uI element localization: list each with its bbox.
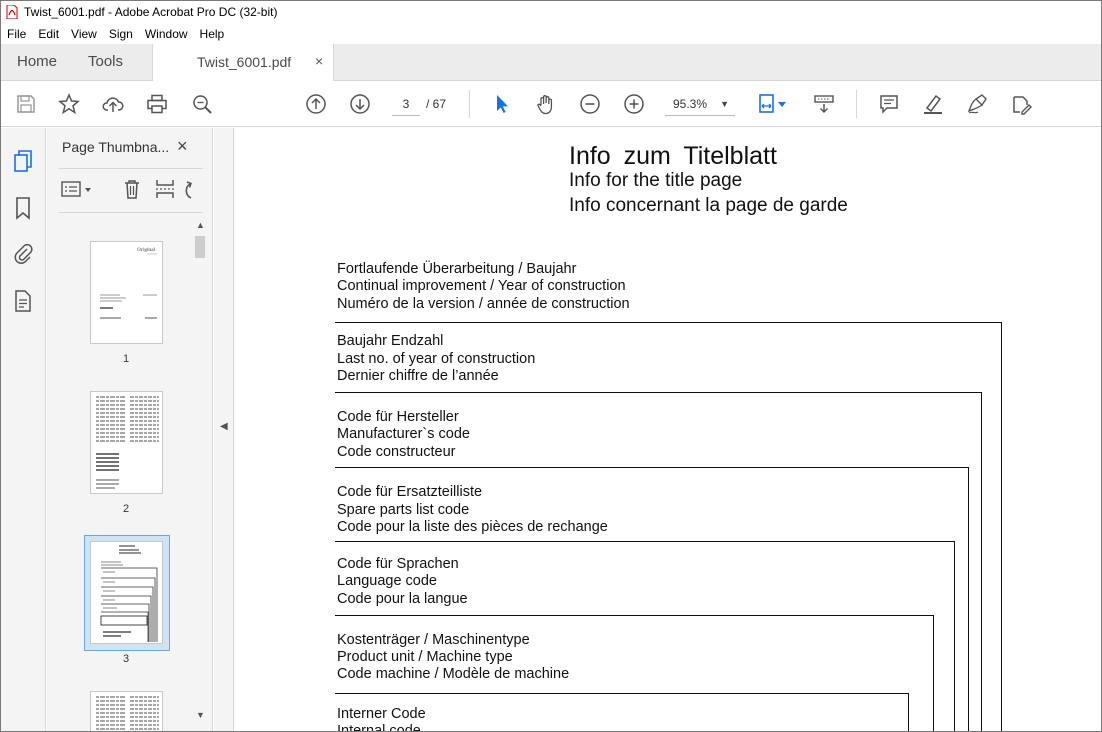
comment-icon[interactable] [877,92,901,116]
panel-divider [59,212,203,213]
page-number-input[interactable]: 3 [392,92,420,116]
previous-page-icon[interactable] [304,92,328,116]
section-line: Internal code [337,723,421,732]
collapse-panel-icon[interactable]: ◀ [220,421,228,432]
section-line: Last no. of year of construction [337,351,536,367]
scroll-up-icon[interactable]: ▲ [196,220,205,230]
document-view[interactable]: Info zum Titelblatt Info for the title p… [235,128,1101,732]
cloud-upload-icon[interactable] [101,92,125,116]
section-line: Kostenträger / Maschinentype [337,632,530,648]
thumbnail-preview-3 [100,545,158,642]
panel-collapse-gutter: ◀ [214,128,234,731]
thumbnail-preview-1: Original [100,248,157,319]
page-subtitle-fr: Info concernant la page de garde [569,195,848,216]
page-thumbnail-4[interactable] [90,691,163,731]
insert-pages-icon[interactable] [154,178,176,200]
section-line: Numéro de la version / année de construc… [337,296,630,312]
close-tab-icon[interactable]: × [315,53,323,69]
section-line: Fortlaufende Überarbeitung / Baujahr [337,261,577,277]
print-icon[interactable] [145,92,169,116]
menu-window[interactable]: Window [139,27,194,41]
tab-home[interactable]: Home [17,44,57,80]
page-thumbnails-icon[interactable] [12,149,34,173]
section-line: Interner Code [337,706,426,722]
title-bar: Twist_6001.pdf - Adobe Acrobat Pro DC (3… [1,1,1101,23]
page-fit-dropdown-icon[interactable] [776,92,788,116]
next-page-icon[interactable] [348,92,372,116]
sign-pen-icon[interactable] [965,92,989,116]
thumbnail-scrollbar[interactable]: ▲ ▼ [193,220,207,726]
section-line: Code für Ersatzteilliste [337,484,483,500]
menu-file[interactable]: File [1,27,32,41]
bookmark-star-icon[interactable] [57,92,81,116]
svg-text:Original: Original [137,248,156,253]
close-panel-icon[interactable]: × [177,136,188,157]
section-line: Spare parts list code [337,502,470,518]
thumbnail-preview-4 [96,696,159,730]
thumbnail-preview-2 [96,396,159,489]
delete-pages-icon[interactable] [121,178,143,200]
thumbnail-label-3: 3 [122,653,130,665]
chevron-down-icon: ▼ [720,99,729,109]
zoom-level-value: 95.3% [673,97,708,111]
section-line: Continual improvement / Year of construc… [337,278,626,294]
page-thumbnails-panel: Page Thumbna... × Original 1 2 3 ▲ ▼ [47,128,213,731]
tab-bar: Home Tools Twist_6001.pdf × [1,44,1101,81]
zoom-level-select[interactable]: 95.3% ▼ [665,92,735,116]
section-line: Manufacturer`s code [337,426,470,442]
thumbnail-options-icon[interactable] [60,178,94,200]
section-line: Code pour la langue [337,591,468,607]
section-line: Language code [337,573,437,589]
navigation-rail [1,128,46,731]
zoom-out-icon[interactable] [578,92,602,116]
document-tab-label: Twist_6001.pdf [197,54,292,70]
panel-title: Page Thumbna... [62,139,170,155]
attachments-icon[interactable] [12,241,34,265]
page-thumbnail-1[interactable]: Original [90,241,163,344]
search-zoom-icon[interactable] [190,92,214,116]
acrobat-pdf-icon [6,5,18,19]
zoom-in-icon[interactable] [622,92,646,116]
thumbnail-label-2: 2 [122,503,130,515]
section-line: Code machine / Modèle de machine [337,666,570,682]
page-count: / 67 [426,97,447,111]
scroll-mode-icon[interactable] [812,92,836,116]
toolbar-divider [469,90,470,118]
document-properties-icon[interactable] [12,289,34,313]
section-line: Code constructeur [337,444,456,460]
menu-sign[interactable]: Sign [103,27,139,41]
menu-bar: File Edit View Sign Window Help [1,23,1101,44]
toolbar: 3 / 67 95.3% ▼ [1,81,1101,127]
acrobat-window: Twist_6001.pdf - Adobe Acrobat Pro DC (3… [0,0,1102,732]
page-thumbnail-3[interactable] [90,541,163,644]
menu-help[interactable]: Help [194,27,231,41]
page-thumbnail-2[interactable] [90,391,163,494]
section-line: Code für Sprachen [337,556,459,572]
panel-divider [59,168,203,169]
thumbnail-label-1: 1 [122,353,130,365]
section-line: Product unit / Machine type [337,649,513,665]
highlight-pen-icon[interactable] [921,92,945,116]
section-line: Code für Hersteller [337,409,459,425]
toolbar-divider [856,90,857,118]
scroll-down-icon[interactable]: ▼ [196,710,205,720]
rotate-page-icon[interactable] [183,178,205,200]
page-subtitle-en: Info for the title page [569,170,743,191]
section-line: Dernier chiffre de l’année [337,368,499,384]
hand-tool-icon[interactable] [534,92,558,116]
select-cursor-icon[interactable] [490,92,514,116]
scrollbar-thumb[interactable] [195,236,205,258]
menu-edit[interactable]: Edit [32,27,65,41]
tab-tools[interactable]: Tools [88,44,123,80]
save-icon[interactable] [14,92,38,116]
window-title: Twist_6001.pdf - Adobe Acrobat Pro DC (3… [24,5,278,19]
fill-sign-icon[interactable] [1009,92,1033,116]
tab-document[interactable]: Twist_6001.pdf × [152,44,334,81]
section-line: Code pour la liste des pièces de rechang… [337,519,608,535]
menu-view[interactable]: View [65,27,103,41]
bookmarks-icon[interactable] [12,196,34,220]
page-title: Info zum Titelblatt [569,142,777,170]
section-line: Baujahr Endzahl [337,333,444,349]
